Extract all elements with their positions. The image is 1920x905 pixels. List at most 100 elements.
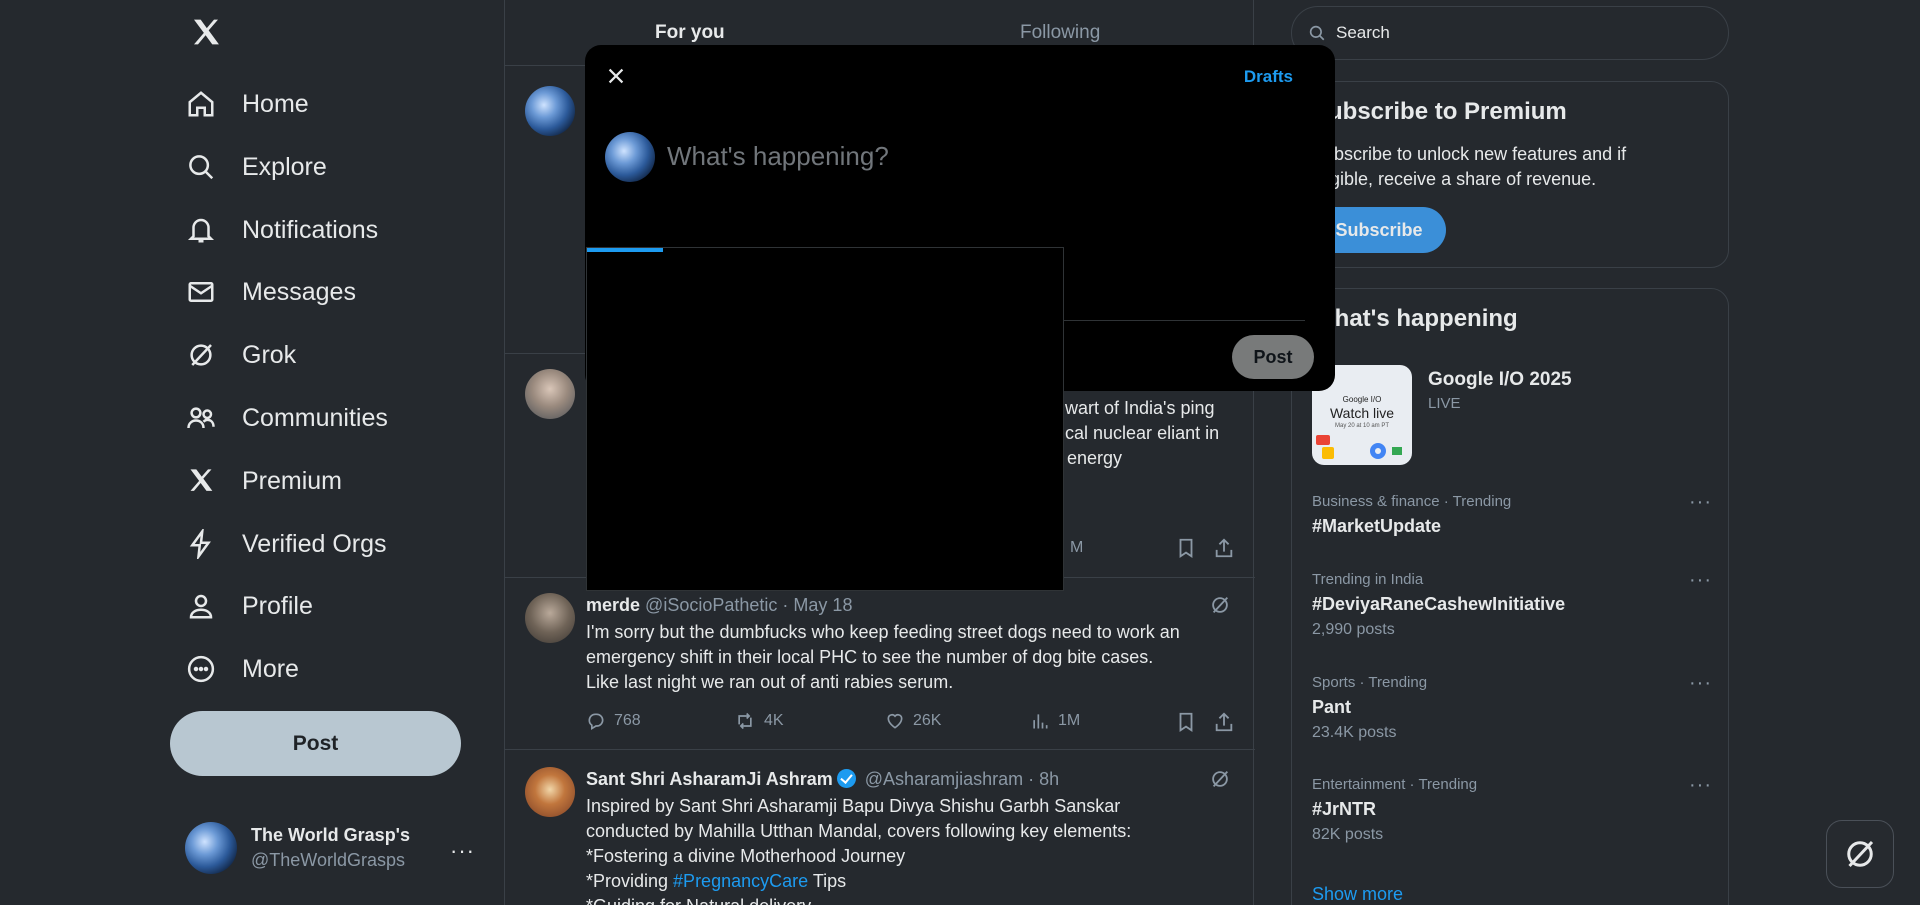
account-switcher[interactable]: The World Grasp's @TheWorldGrasps ··· [185,820,475,876]
post-time[interactable]: May 18 [793,595,852,615]
sidebar-item-label: Messages [242,277,356,306]
avatar [525,369,575,419]
show-more-link[interactable]: Show more [1312,884,1403,905]
text-line: *Providing #PregnancyCare Tips [586,869,1226,894]
post-author[interactable]: merde [586,595,640,615]
avatar [525,593,575,643]
close-icon[interactable] [605,65,631,91]
upload-progress-bar [587,248,663,252]
bookmark-icon[interactable] [1175,711,1197,733]
post-text: Inspired by Sant Shri Asharamji Bapu Div… [586,794,1226,905]
drafts-button[interactable]: Drafts [1244,67,1293,87]
avatar [185,822,237,874]
share-icon[interactable] [1213,537,1235,559]
sidebar-item-grok[interactable]: Grok [185,330,296,380]
post-time[interactable]: 8h [1039,769,1059,789]
tab-following[interactable]: Following [1020,22,1100,44]
trend-item[interactable]: Trending in India #DeviyaRaneCashewIniti… [1312,569,1712,639]
trend-name: Pant [1312,697,1352,717]
text-line: *Guiding for Natural delivery [586,894,1226,905]
sidebar-item-verified-orgs[interactable]: Verified Orgs [185,519,387,569]
avatar [605,132,655,182]
media-upload-preview [586,247,1064,591]
search-placeholder: Search [1336,23,1390,42]
text-line: Like last night we ran out of anti rabie… [586,672,954,692]
post-handle[interactable]: @Asharamjiashram [865,769,1023,789]
avatar [525,86,575,136]
reply-button[interactable]: 768 [586,711,641,731]
bell-icon [185,214,217,246]
sidebar-item-notifications[interactable]: Notifications [185,205,378,255]
more-icon[interactable]: ··· [1689,672,1712,695]
trend-count: 2,990 posts [1312,621,1395,638]
tab-for-you[interactable]: For you [655,22,725,44]
hashtag-link[interactable]: #PregnancyCare [673,871,808,891]
x-logo-icon[interactable] [185,12,227,54]
premium-description: Subscribe to unlock new features and if … [1312,144,1627,189]
grok-icon [1842,836,1878,872]
trends-title: What's happening [1312,305,1518,332]
trend-count: 82K posts [1312,826,1384,843]
sidebar-item-explore[interactable]: Explore [185,142,327,192]
post-header: Sant Shri AsharamJi Ashram @Asharamjiash… [586,769,1059,790]
trend-item[interactable]: Business & finance · Trending #MarketUpd… [1312,491,1712,537]
reply-count: 768 [614,712,641,729]
compose-input[interactable]: What's happening? [667,141,889,172]
sidebar-item-label: Notifications [242,215,379,244]
sidebar-item-label: Home [242,89,309,118]
sidebar-item-more[interactable]: More [185,644,299,694]
text-line: I'm sorry but the dumbfucks who keep fee… [586,622,1180,642]
trend-context: Trending in India [1312,571,1424,588]
repost-icon [734,711,756,731]
premium-card: Subscribe to Premium Subscribe to unlock… [1291,81,1729,268]
text-fragment: Tips [808,871,847,891]
sidebar-item-home[interactable]: Home [185,79,309,129]
reply-icon [586,711,606,731]
grok-icon[interactable] [1209,594,1233,618]
trend-item[interactable]: Entertainment · Trending #JrNTR 82K post… [1312,774,1712,844]
more-icon[interactable]: ··· [450,838,475,864]
verified-badge-icon [836,769,856,788]
more-icon[interactable]: ··· [1689,491,1712,514]
like-count: 26K [913,712,942,729]
sidebar-item-label: Premium [242,466,343,495]
repost-button[interactable]: 4K [734,711,784,731]
like-button[interactable]: 26K [885,711,941,731]
sidebar-item-profile[interactable]: Profile [185,581,313,631]
grok-icon [185,339,217,371]
more-icon[interactable]: ··· [1689,569,1712,592]
views-button[interactable]: 1M [1030,711,1080,731]
text-line: conducted by Mahilla Utthan Mandal, cove… [586,821,1132,841]
x-logo-icon [185,465,217,497]
post-button[interactable]: Post [170,711,461,776]
sidebar-item-messages[interactable]: Messages [185,267,356,317]
trend-name: #DeviyaRaneCashewInitiative [1312,594,1566,614]
grok-chat-button[interactable] [1826,820,1894,888]
sidebar-item-label: Grok [242,340,297,369]
more-icon[interactable]: ··· [1689,774,1712,797]
text-line: Inspired by Sant Shri Asharamji Bapu Div… [586,796,1121,816]
event-title[interactable]: Google I/O 2025 [1428,369,1572,391]
search-input[interactable]: Search [1291,6,1729,60]
text-line: *Fostering a divine Motherhood Journey [586,846,906,866]
view-count: 1M [1058,712,1081,729]
sidebar-item-premium[interactable]: Premium [185,456,342,506]
post-author[interactable]: Sant Shri AsharamJi Ashram [586,769,833,789]
home-icon [185,88,217,120]
sidebar-item-communities[interactable]: Communities [185,393,388,443]
share-icon[interactable] [1213,711,1235,733]
divider [505,749,1255,750]
avatar [525,767,575,817]
post-submit-button[interactable]: Post [1232,335,1314,379]
grok-icon[interactable] [1209,768,1233,792]
text-fragment: *Providing [586,871,674,891]
search-icon [185,151,217,183]
trend-item[interactable]: Sports · Trending Pant 23.4K posts ··· [1312,672,1712,742]
sidebar-item-label: Communities [242,403,388,432]
separator: · [1028,769,1035,789]
mail-icon [185,276,217,308]
bookmark-icon[interactable] [1175,537,1197,559]
event-status: LIVE [1428,395,1461,412]
search-icon [1308,24,1326,42]
post-handle[interactable]: @iSocioPathetic [645,595,777,615]
